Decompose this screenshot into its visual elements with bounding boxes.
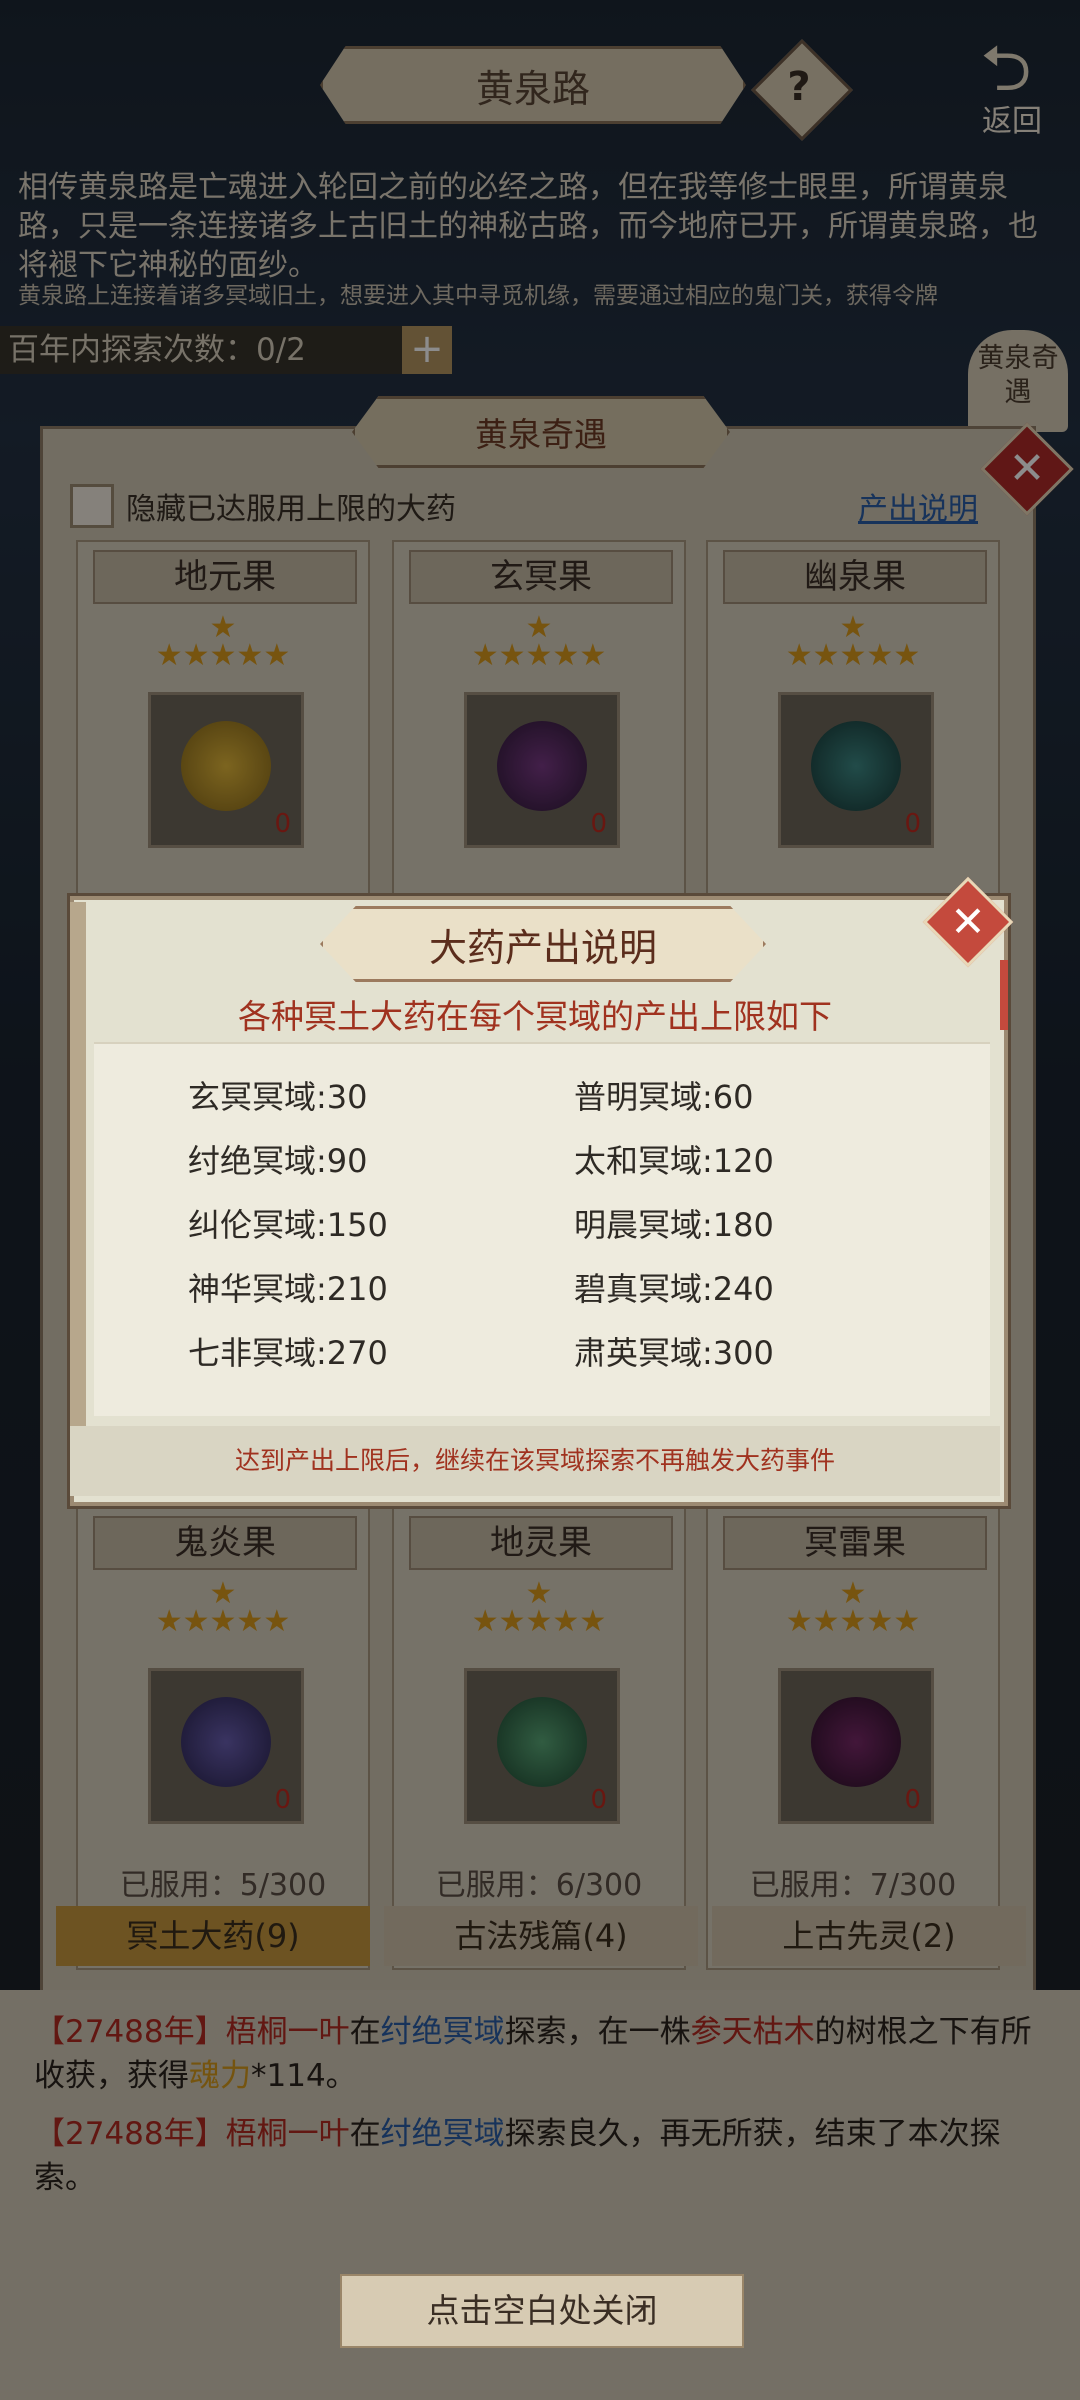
close-icon[interactable]: ✕ [936, 890, 1000, 954]
limit-cell: 纠伦冥域:150 [188, 1206, 388, 1244]
modal-footer-note: 达到产出上限后，继续在该冥域探索不再触发大药事件 [70, 1426, 1000, 1496]
limit-cell: 玄冥冥域:30 [188, 1078, 368, 1116]
limit-cell: 神华冥域:210 [188, 1270, 388, 1308]
output-limit-table: 玄冥冥域:30 普明冥域:60 纣绝冥域:90 太和冥域:120 纠伦冥域:15… [94, 1042, 990, 1416]
limit-cell: 太和冥域:120 [574, 1142, 774, 1180]
limit-cell: 纣绝冥域:90 [188, 1142, 368, 1180]
limit-cell: 七非冥域:270 [188, 1334, 388, 1372]
tassel-decoration [1000, 960, 1008, 1030]
limit-cell: 碧真冥域:240 [574, 1270, 774, 1308]
limit-cell: 肃英冥域:300 [574, 1334, 774, 1372]
modal-subtitle: 各种冥土大药在每个冥域的产出上限如下 [238, 997, 832, 1036]
limit-cell: 普明冥域:60 [574, 1078, 754, 1116]
limit-cell: 明晨冥域:180 [574, 1206, 774, 1244]
close-hint-button[interactable]: 点击空白处关闭 [340, 2274, 744, 2348]
modal-title: 大药产出说明 [320, 906, 766, 982]
